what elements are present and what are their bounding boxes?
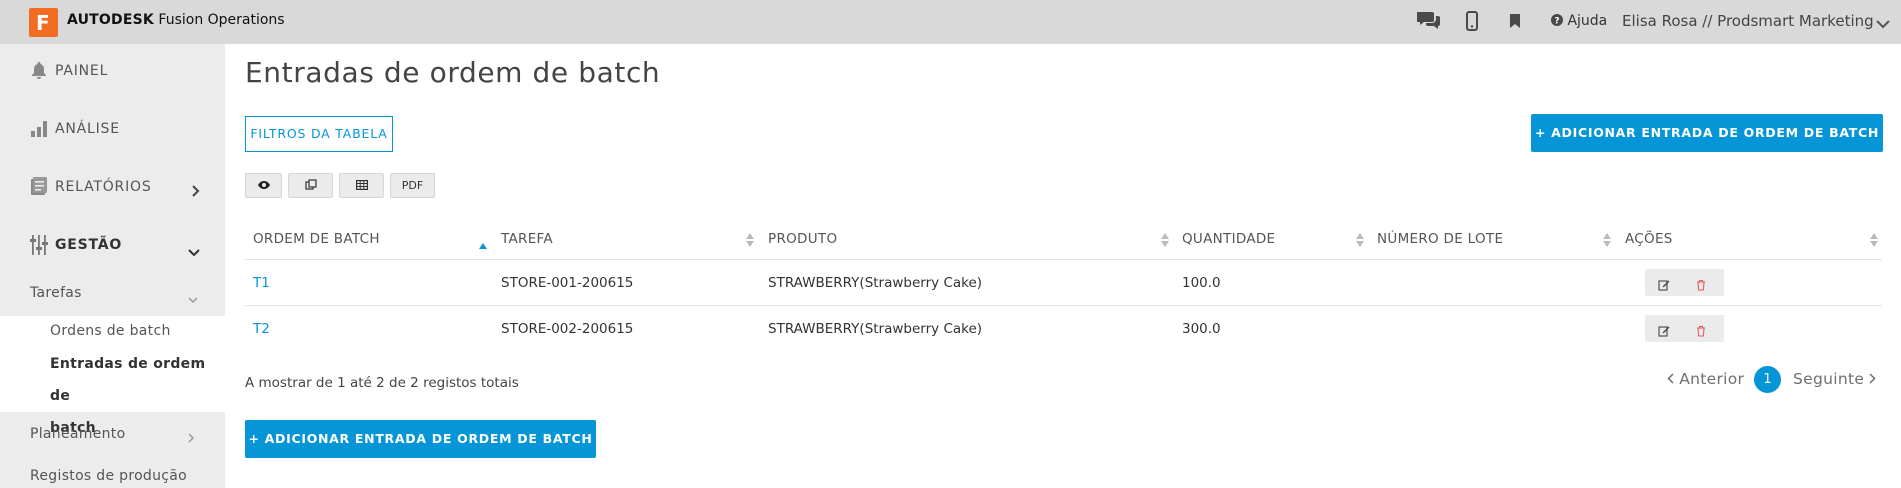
mobile-icon[interactable] <box>1466 11 1478 35</box>
row-ordem-link[interactable]: T1 <box>253 275 270 291</box>
divider <box>245 259 1882 260</box>
sidebar-item-label: ANÁLISE <box>55 121 120 137</box>
chevron-down-icon[interactable] <box>1876 14 1890 33</box>
sliders-icon <box>29 234 49 260</box>
fusion-logo[interactable]: F <box>29 8 58 37</box>
sidebar-item-analise[interactable]: ANÁLISE <box>0 102 225 160</box>
sidebar-sub-registos[interactable]: Registos de produção <box>30 468 187 484</box>
logo-letter: F <box>36 11 50 35</box>
row-ordem-link[interactable]: T2 <box>253 321 270 337</box>
sidebar-sub-planeamento[interactable]: Planeamento <box>30 426 125 442</box>
chevron-left-icon <box>1667 373 1674 384</box>
edit-icon[interactable] <box>1658 276 1670 295</box>
row-produto: STRAWBERRY(Strawberry Cake) <box>768 275 983 291</box>
chat-icon[interactable] <box>1416 10 1441 34</box>
copy-icon <box>304 179 317 190</box>
sort-icon[interactable] <box>1161 232 1169 251</box>
row-quantidade: 100.0 <box>1182 275 1221 291</box>
edit-icon[interactable] <box>1658 322 1670 341</box>
sidebar-sub-label: Tarefas <box>30 285 82 301</box>
bell-icon <box>29 60 49 84</box>
divider <box>245 305 1882 306</box>
pdf-label: PDF <box>401 179 424 192</box>
excel-export-button[interactable] <box>339 173 384 198</box>
report-icon <box>29 176 49 200</box>
user-label: Elisa Rosa // Prodsmart Marketing <box>1622 12 1874 30</box>
pagination-page-1[interactable]: 1 <box>1754 366 1781 393</box>
help-icon: ? <box>1551 14 1563 27</box>
row-tarefa: STORE-001-200615 <box>501 275 634 291</box>
sort-icon[interactable] <box>1603 232 1611 251</box>
sidebar: PAINEL ANÁLISE RELATÓRIOS GESTÃO Tarefas… <box>0 44 225 488</box>
sidebar-sub-label: Registos de produção <box>30 468 188 484</box>
column-header-tarefa[interactable]: TAREFA <box>501 231 553 247</box>
pagination-next-label: Seguinte <box>1793 370 1865 388</box>
sidebar-item-painel[interactable]: PAINEL <box>0 44 225 102</box>
help-link[interactable]: ? Ajuda <box>1551 13 1607 29</box>
pagination-previous[interactable]: Anterior <box>1667 370 1744 388</box>
view-columns-button[interactable] <box>245 173 282 198</box>
sidebar-item-relatorios[interactable]: RELATÓRIOS <box>0 160 225 218</box>
sort-icon[interactable] <box>746 232 754 251</box>
column-header-lote[interactable]: NÚMERO DE LOTE <box>1377 231 1503 247</box>
sidebar-item-label: PAINEL <box>55 63 109 79</box>
sidebar-item-gestao[interactable]: GESTÃO <box>0 218 225 276</box>
chevron-right-icon <box>188 428 195 447</box>
table-icon <box>355 180 368 191</box>
trash-icon[interactable] <box>1696 276 1706 295</box>
sidebar-subitem-ordens-label: Ordens de batch <box>50 323 171 339</box>
chevron-right-icon <box>1869 373 1876 384</box>
eye-icon <box>257 181 270 189</box>
row-produto: STRAWBERRY(Strawberry Cake) <box>768 321 983 337</box>
column-header-acoes: AÇÕES <box>1625 231 1673 247</box>
sidebar-item-label: RELATÓRIOS <box>55 179 152 195</box>
row-actions <box>1645 315 1724 342</box>
table-filters-button[interactable]: FILTROS DA TABELA <box>245 116 393 152</box>
row-tarefa: STORE-002-200615 <box>501 321 634 337</box>
bar-chart-icon <box>29 118 49 142</box>
sidebar-sub-tarefas[interactable]: Tarefas <box>30 285 82 301</box>
brand-name: AUTODESK Fusion Operations <box>67 12 285 28</box>
pagination-next[interactable]: Seguinte <box>1793 370 1876 388</box>
user-menu[interactable]: Elisa Rosa // Prodsmart Marketing <box>1622 12 1874 30</box>
column-header-quantidade[interactable]: QUANTIDADE <box>1182 231 1275 247</box>
column-header-produto[interactable]: PRODUTO <box>768 231 837 247</box>
bookmark-icon[interactable] <box>1509 13 1521 33</box>
records-info: A mostrar de 1 até 2 de 2 registos totai… <box>245 375 519 391</box>
svg-text:?: ? <box>1554 17 1559 27</box>
trash-icon[interactable] <box>1696 322 1706 341</box>
sidebar-sub-label: Planeamento <box>30 426 126 442</box>
row-quantidade: 300.0 <box>1182 321 1221 337</box>
chevron-right-icon <box>192 182 200 201</box>
top-bar: F AUTODESK Fusion Operations ? Ajuda Eli… <box>0 0 1901 44</box>
brand-product: Fusion Operations <box>153 12 285 28</box>
sort-asc-icon[interactable] <box>479 234 487 253</box>
add-entry-button-top[interactable]: + ADICIONAR ENTRADA DE ORDEM DE BATCH <box>1531 114 1883 152</box>
sort-icon[interactable] <box>1356 232 1364 251</box>
help-label: Ajuda <box>1567 13 1608 29</box>
pdf-export-button[interactable]: PDF <box>390 173 435 198</box>
sidebar-item-label: GESTÃO <box>55 237 123 253</box>
chevron-down-icon <box>188 242 200 261</box>
pagination-previous-label: Anterior <box>1679 370 1745 388</box>
sort-icon[interactable] <box>1870 232 1878 251</box>
column-header-ordem[interactable]: ORDEM DE BATCH <box>253 231 380 247</box>
entradas-line-1: Entradas de ordem de <box>50 356 206 404</box>
copy-button[interactable] <box>288 173 333 198</box>
row-actions <box>1645 269 1724 296</box>
add-entry-button-bottom[interactable]: + ADICIONAR ENTRADA DE ORDEM DE BATCH <box>245 420 596 458</box>
brand-bold: AUTODESK <box>67 12 154 28</box>
chevron-down-icon <box>188 289 198 308</box>
page-title: Entradas de ordem de batch <box>245 56 661 89</box>
